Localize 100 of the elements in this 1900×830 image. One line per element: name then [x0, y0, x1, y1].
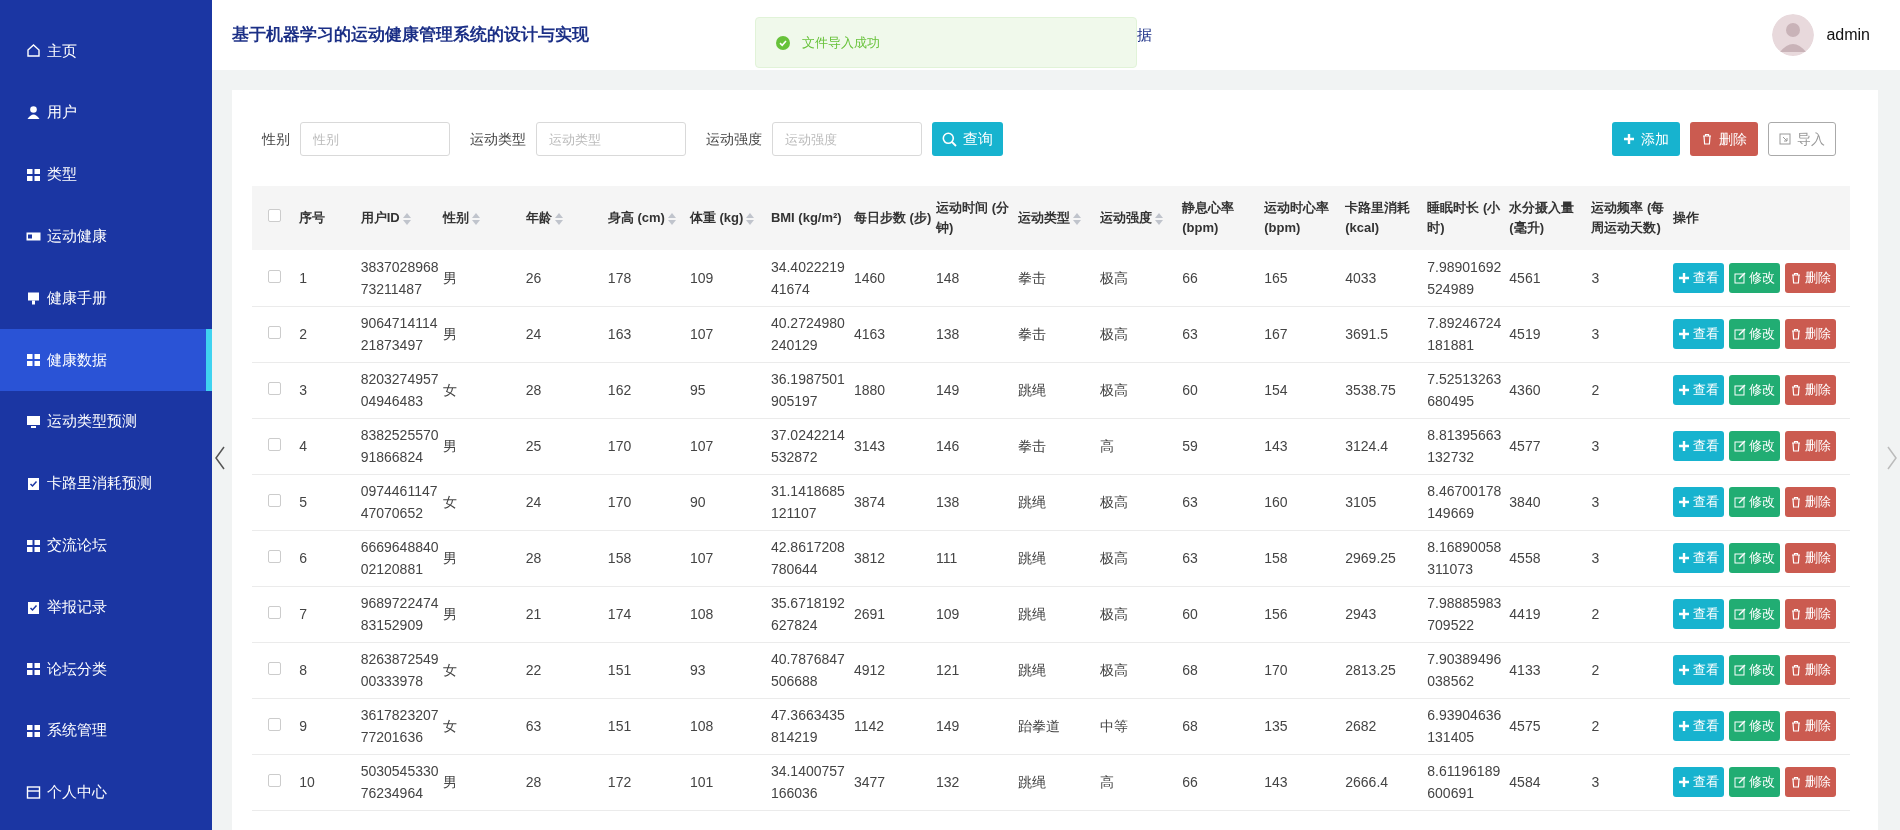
delete-button[interactable]: 删除: [1785, 711, 1837, 741]
delete-button[interactable]: 删除: [1785, 543, 1837, 573]
column-header[interactable]: 运动时间 (分钟): [935, 186, 1018, 250]
column-header[interactable]: 体重 (kg): [688, 186, 770, 250]
row-checkbox[interactable]: [268, 438, 282, 451]
row-checkbox[interactable]: [268, 494, 282, 507]
table-cell: 极高: [1099, 362, 1182, 418]
input-field[interactable]: 运动强度: [772, 122, 922, 156]
sidebar-item[interactable]: 用户: [0, 81, 212, 144]
edit-icon: [1734, 720, 1747, 732]
row-checkbox[interactable]: [268, 382, 282, 395]
select-all-checkbox[interactable]: [268, 209, 282, 222]
column-header[interactable]: 身高 (cm): [606, 186, 689, 250]
column-header[interactable]: 性别: [441, 186, 525, 250]
sidebar-item[interactable]: 举报记录: [0, 576, 212, 638]
trash-icon: [1790, 552, 1803, 564]
edit-button[interactable]: 修改: [1729, 767, 1781, 797]
column-header[interactable]: 静息心率 (bpm): [1181, 186, 1264, 250]
column-header[interactable]: 年龄: [524, 186, 607, 250]
view-button[interactable]: 查看: [1673, 767, 1725, 797]
chevron-right-icon[interactable]: [1886, 445, 1898, 471]
row-checkbox[interactable]: [268, 718, 282, 731]
table-cell: 109: [935, 586, 1018, 642]
sidebar-item[interactable]: 卡路里消耗预测: [0, 452, 212, 515]
grid-icon: [26, 537, 41, 553]
edit-button[interactable]: 修改: [1729, 487, 1781, 517]
row-checkbox[interactable]: [268, 606, 282, 619]
view-button[interactable]: 查看: [1673, 655, 1725, 685]
view-button[interactable]: 查看: [1673, 319, 1725, 349]
sidebar-item[interactable]: 健康手册: [0, 267, 212, 329]
sidebar-item[interactable]: 运动类型预测: [0, 390, 212, 453]
chevron-left-icon[interactable]: [214, 445, 226, 471]
delete-button[interactable]: 删除: [1785, 319, 1837, 349]
delete-button[interactable]: 删除: [1785, 375, 1837, 405]
sidebar-item[interactable]: 交流论坛: [0, 514, 212, 577]
row-checkbox[interactable]: [268, 774, 282, 787]
column-header[interactable]: 操作: [1672, 186, 1850, 250]
sort-icon[interactable]: [402, 212, 411, 225]
delete-button[interactable]: 删除: [1785, 431, 1837, 461]
column-header[interactable]: 运动类型: [1017, 186, 1100, 250]
table-cell: 838252557091866824: [359, 418, 442, 474]
sort-icon[interactable]: [1073, 212, 1082, 225]
table-cell: 47.3663435814219: [769, 698, 853, 754]
edit-button[interactable]: 修改: [1729, 711, 1781, 741]
username[interactable]: admin: [1826, 23, 1870, 47]
edit-button[interactable]: 修改: [1729, 262, 1781, 293]
add-button[interactable]: 添加: [1612, 122, 1680, 156]
input-field[interactable]: 性别: [300, 122, 450, 156]
import-button[interactable]: 导入: [1768, 122, 1836, 156]
column-header[interactable]: 序号: [298, 186, 360, 250]
sort-icon[interactable]: [1155, 212, 1164, 225]
sidebar-item[interactable]: 类型: [0, 143, 212, 206]
row-checkbox[interactable]: [268, 662, 282, 675]
edit-button[interactable]: 修改: [1729, 431, 1781, 461]
delete-button[interactable]: 删除: [1785, 262, 1837, 293]
column-header[interactable]: 睡眠时长 (小时): [1426, 186, 1509, 250]
edit-button[interactable]: 修改: [1729, 599, 1781, 629]
row-checkbox[interactable]: [268, 269, 282, 283]
edit-button[interactable]: 修改: [1729, 319, 1781, 349]
sidebar-item[interactable]: 系统管理: [0, 699, 212, 762]
column-header[interactable]: 水分摄入量 (毫升): [1508, 186, 1591, 250]
column-header[interactable]: 用户ID: [359, 186, 442, 250]
edit-button[interactable]: 修改: [1729, 543, 1781, 573]
sidebar-item[interactable]: 个人中心: [0, 761, 212, 824]
sidebar-item[interactable]: 主页: [0, 20, 212, 82]
delete-button[interactable]: 删除: [1785, 599, 1837, 629]
row-checkbox[interactable]: [268, 550, 282, 563]
column-header[interactable]: 卡路里消耗 (kcal): [1344, 186, 1427, 250]
sort-icon[interactable]: [471, 212, 480, 225]
view-button[interactable]: 查看: [1673, 375, 1725, 405]
sort-icon[interactable]: [746, 212, 755, 225]
column-header[interactable]: 每日步数 (步): [853, 186, 936, 250]
view-button[interactable]: 查看: [1673, 262, 1725, 293]
view-button[interactable]: 查看: [1673, 431, 1725, 461]
search-button[interactable]: 查询: [932, 122, 1003, 156]
view-button[interactable]: 查看: [1673, 599, 1725, 629]
column-header[interactable]: 运动频率 (每周运动天数): [1590, 186, 1673, 250]
sort-icon[interactable]: [554, 212, 563, 225]
avatar-icon[interactable]: [1772, 14, 1815, 56]
delete-button[interactable]: 删除: [1785, 487, 1837, 517]
sidebar-item[interactable]: 健康数据: [0, 329, 212, 391]
edit-button[interactable]: 修改: [1729, 655, 1781, 685]
column-header[interactable]: 运动时心率 (bpm): [1263, 186, 1345, 250]
delete-button[interactable]: 删除: [1785, 767, 1837, 797]
sidebar-item[interactable]: 论坛分类: [0, 637, 212, 700]
delete-button[interactable]: 删除: [1785, 655, 1837, 685]
view-button[interactable]: 查看: [1673, 711, 1725, 741]
trash-icon: [1790, 664, 1803, 676]
delete-button[interactable]: 删除: [1690, 122, 1758, 156]
view-button[interactable]: 查看: [1673, 487, 1725, 517]
edit-button[interactable]: 修改: [1729, 375, 1781, 405]
sort-icon[interactable]: [667, 212, 676, 225]
column-header[interactable]: 运动强度: [1099, 186, 1182, 250]
input-field[interactable]: 运动类型: [536, 122, 686, 156]
column-header[interactable]: BMI (kg/m²): [769, 186, 853, 250]
view-button[interactable]: 查看: [1673, 543, 1725, 573]
row-checkbox[interactable]: [268, 326, 282, 339]
table-cell: 138: [935, 306, 1018, 362]
sidebar-item[interactable]: 运动健康: [0, 205, 212, 268]
table-cell: 63: [1181, 306, 1264, 362]
